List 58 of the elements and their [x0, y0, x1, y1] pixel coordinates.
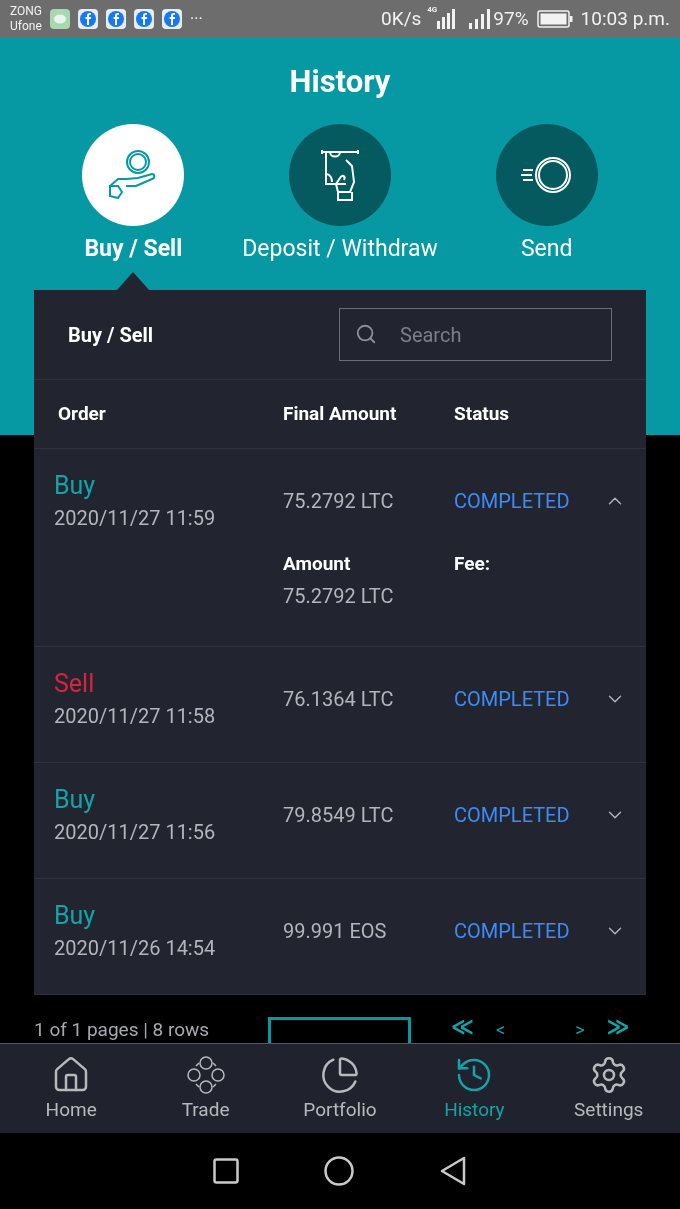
facebook-icon — [134, 9, 155, 29]
page-title: History — [288, 62, 392, 102]
final-amount: 75.2792 LTC — [283, 488, 395, 515]
nav-tab[interactable]: History — [409, 1054, 540, 1123]
order-date: 2020/11/27 11:59 — [54, 505, 217, 532]
panel-title: Buy / Sell — [68, 321, 154, 349]
last-page-link[interactable]: ≫ — [606, 1017, 630, 1037]
cash-hand-icon — [318, 148, 362, 202]
previous-page-link[interactable]: < — [496, 1017, 506, 1043]
status-text: COMPLETED — [454, 802, 571, 829]
battery-icon — [536, 10, 573, 28]
battery-percent: 97% — [493, 5, 529, 32]
facebook-icon — [106, 9, 127, 29]
order-type: Buy — [54, 470, 97, 502]
network-type: 4G — [427, 4, 438, 16]
detail-label: Fee: — [454, 551, 492, 577]
status-text: COMPLETED — [454, 918, 571, 945]
status-text: COMPLETED — [454, 488, 571, 515]
recent-apps-icon[interactable] — [212, 1158, 239, 1184]
category-tab[interactable]: Deposit / Withdraw — [236, 124, 444, 290]
order-type: Sell — [54, 668, 96, 700]
status-text: COMPLETED — [454, 686, 571, 713]
column-header: Order — [58, 400, 107, 427]
column-header: Final Amount — [283, 400, 398, 427]
final-amount: 79.8549 LTC — [283, 802, 395, 829]
nav-tab[interactable]: Home — [6, 1054, 137, 1123]
carrier-name: Ufone — [10, 19, 43, 34]
nav-tab[interactable]: Settings — [543, 1054, 674, 1123]
search-field[interactable]: Search — [339, 308, 612, 361]
nav-tab[interactable]: Portfolio — [274, 1054, 405, 1123]
detail-label: Amount — [283, 551, 352, 577]
back-icon[interactable] — [439, 1156, 468, 1186]
final-amount: 99.991 EOS — [283, 918, 388, 945]
carrier-name: ZONG — [10, 4, 43, 19]
detail-value: 75.2792 LTC — [283, 583, 395, 610]
home-circle-icon[interactable] — [324, 1156, 354, 1186]
order-date: 2020/11/27 11:56 — [54, 819, 217, 846]
message-icon — [50, 9, 71, 29]
order-type: Buy — [54, 900, 97, 932]
pie-chart-icon — [319, 1054, 360, 1095]
first-page-link[interactable]: ≪ — [451, 1017, 475, 1037]
search-icon — [355, 323, 377, 345]
category-tab[interactable]: Send — [443, 124, 650, 290]
more-notifications: ··· — [190, 8, 203, 30]
facebook-icon — [162, 9, 183, 29]
order-date: 2020/11/27 11:58 — [54, 703, 217, 730]
next-page-link[interactable]: > — [575, 1017, 585, 1043]
facebook-icon — [78, 9, 99, 29]
order-type: Buy — [54, 784, 97, 816]
nav-tab[interactable]: Trade — [140, 1054, 271, 1123]
network-speed: 0K/s — [381, 5, 422, 32]
final-amount: 76.1364 LTC — [283, 686, 395, 713]
circles-cycle-icon — [185, 1054, 226, 1095]
order-date: 2020/11/26 14:54 — [54, 935, 217, 962]
page-info: 1 of 1 pages | 8 rows — [34, 1017, 211, 1043]
signal-icon — [437, 9, 456, 29]
column-header: Status — [454, 400, 510, 427]
clock: 10:03 p.m. — [580, 5, 670, 32]
